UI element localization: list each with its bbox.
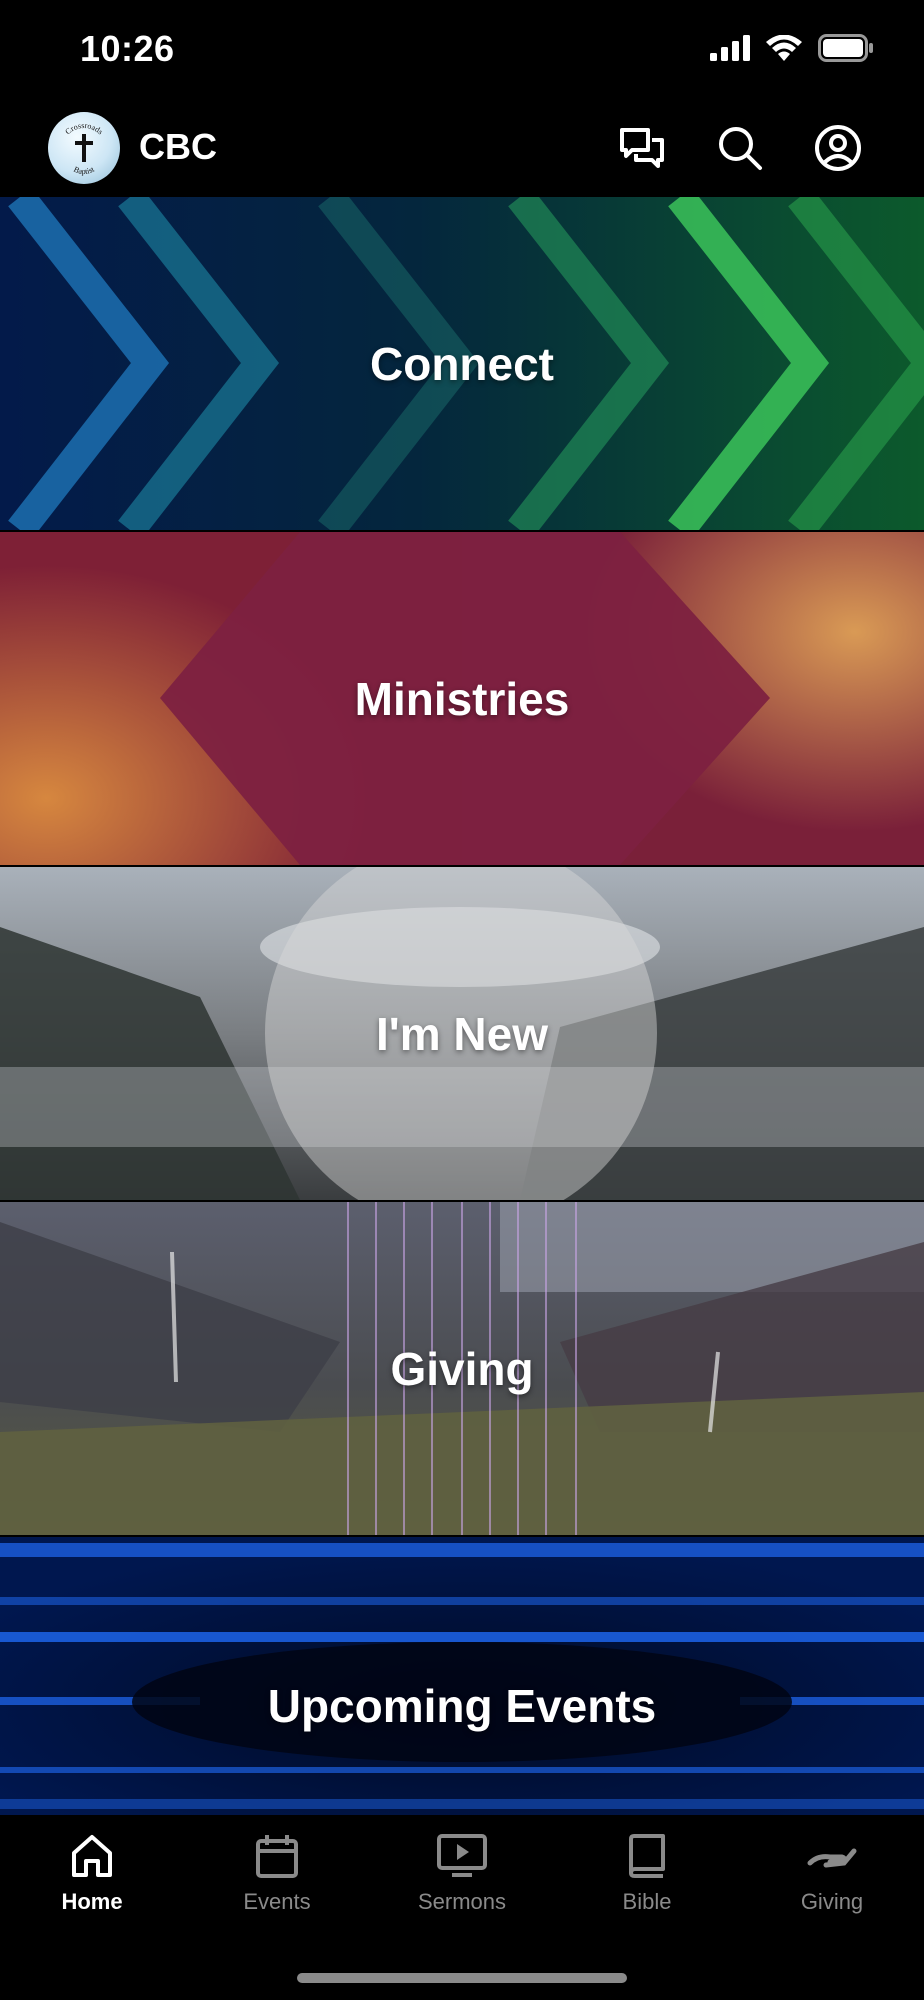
svg-text:Baptist: Baptist — [72, 164, 96, 176]
status-time: 10:26 — [80, 28, 175, 69]
tab-sermons[interactable]: Sermons — [370, 1833, 554, 1915]
messages-icon — [620, 128, 664, 168]
status-bar: 10:26 — [0, 0, 924, 100]
tile-giving-label: Giving — [390, 1342, 534, 1395]
church-logo[interactable]: Crossroads Baptist — [48, 112, 120, 184]
giving-icon — [807, 1848, 857, 1868]
home-icon — [72, 1835, 112, 1877]
tile-upcoming-events-label: Upcoming Events — [267, 1680, 657, 1732]
app-header: Crossroads Baptist CBC — [0, 100, 924, 196]
tab-home[interactable]: Home — [0, 1833, 184, 1915]
tab-giving[interactable]: Giving — [740, 1833, 924, 1915]
status-icons — [710, 34, 874, 62]
tile-giving[interactable]: Giving — [0, 1202, 924, 1535]
tab-home-label: Home — [61, 1889, 123, 1914]
video-icon — [437, 1834, 487, 1877]
tab-giving-label: Giving — [800, 1889, 864, 1914]
tab-events[interactable]: Events — [185, 1833, 369, 1915]
messages-button[interactable] — [616, 122, 668, 174]
tile-ministries[interactable]: Ministries — [0, 532, 924, 865]
tile-connect[interactable]: Connect — [0, 197, 924, 530]
profile-button[interactable] — [812, 122, 864, 174]
profile-icon — [815, 125, 861, 171]
tab-bible-label: Bible — [622, 1889, 672, 1914]
home-indicator[interactable] — [297, 1973, 627, 1983]
tile-upcoming-events[interactable]: Upcoming Events — [0, 1537, 924, 1815]
tab-sermons-label: Sermons — [417, 1889, 507, 1914]
wifi-icon — [766, 35, 802, 61]
battery-icon — [818, 34, 873, 62]
tab-events-label: Events — [243, 1889, 311, 1914]
search-button[interactable] — [714, 122, 766, 174]
tab-bible[interactable]: Bible — [555, 1833, 739, 1915]
logo-text-bottom: Baptist — [72, 164, 96, 176]
logo-graphic: Crossroads Baptist — [63, 121, 104, 176]
tile-im-new-label: I'm New — [376, 1007, 548, 1060]
tile-im-new[interactable]: I'm New — [0, 867, 924, 1200]
search-icon — [719, 127, 762, 170]
cellular-signal-icon — [710, 35, 750, 61]
book-icon — [629, 1834, 665, 1878]
tile-ministries-label: Ministries — [354, 672, 570, 725]
app-title: CBC — [139, 126, 217, 167]
tile-connect-label: Connect — [370, 337, 554, 390]
calendar-icon — [256, 1835, 298, 1878]
